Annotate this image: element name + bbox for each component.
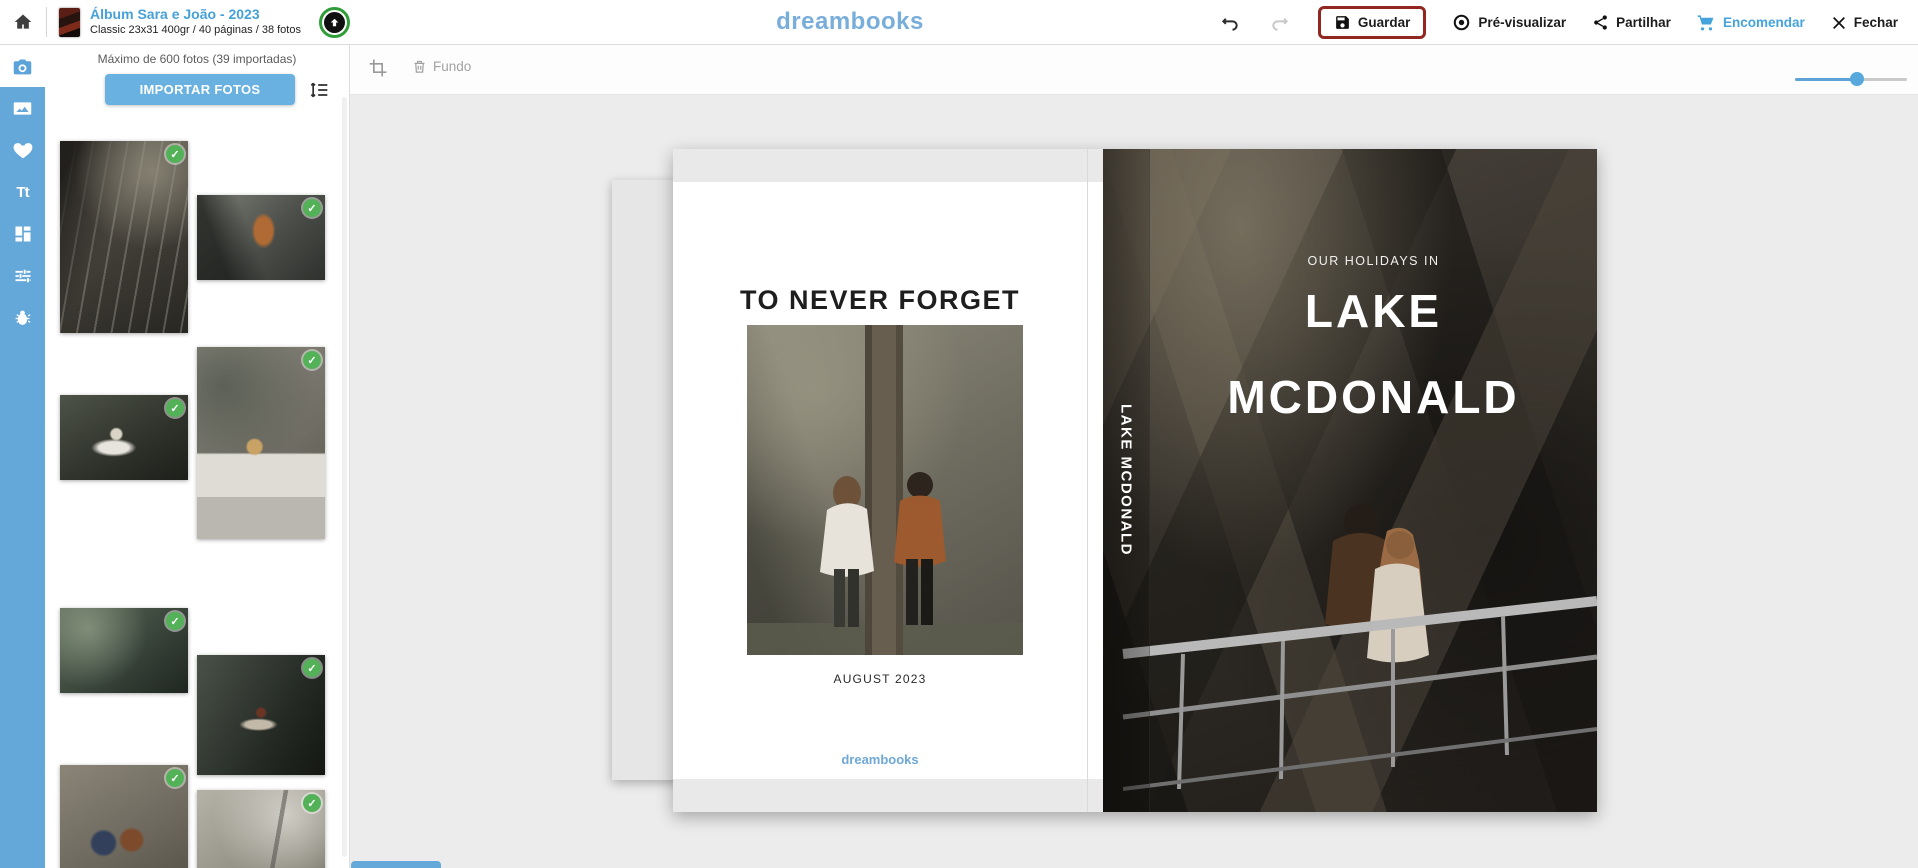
import-photos-button[interactable]: IMPORTAR FOTOS <box>105 74 295 105</box>
spine-title[interactable]: LAKE MCDONALD <box>1118 404 1135 556</box>
home-button[interactable] <box>0 12 46 32</box>
sidebar-item-favorites[interactable] <box>0 129 45 171</box>
sliders-icon <box>13 266 33 286</box>
redo-button[interactable] <box>1268 13 1292 33</box>
photo-thumbnail-couple-on-suspension-bridge[interactable]: ✓ <box>60 141 188 333</box>
photo-thumbnail-kayaker-on-dark-lake[interactable]: ✓ <box>197 655 325 775</box>
save-button[interactable]: Guardar <box>1318 6 1427 39</box>
crop-tool-button[interactable] <box>368 58 388 78</box>
header-divider <box>46 7 47 37</box>
bleed-margin-top <box>673 149 1103 182</box>
cloud-upload-icon <box>324 12 345 33</box>
album-title[interactable]: Álbum Sara e João - 2023 <box>90 6 301 24</box>
cover-spread-canvas[interactable]: TO NEVER FORGET AUGUST 2023 <box>673 149 1597 812</box>
trash-icon <box>412 58 427 75</box>
bleed-margin-bottom <box>673 779 1103 812</box>
undo-button[interactable] <box>1218 13 1242 33</box>
undo-icon <box>1220 13 1240 33</box>
canvas-toolbar: Fundo <box>350 45 1918 95</box>
selected-check-icon: ✓ <box>303 794 321 812</box>
background-tool-label: Fundo <box>433 59 471 74</box>
fold-guide-line <box>1087 149 1088 812</box>
photo-thumbnail-man-lying-on-rocks[interactable]: ✓ <box>197 195 325 280</box>
couple-at-railing-illustration <box>1103 149 1597 812</box>
sidebar-item-adjustments[interactable] <box>0 255 45 297</box>
spine[interactable]: LAKE MCDONALD <box>1103 149 1150 812</box>
back-cover-date[interactable]: AUGUST 2023 <box>673 672 1087 686</box>
album-cover-thumbnail <box>59 8 80 37</box>
header-bar: Álbum Sara e João - 2023 Classic 23x31 4… <box>0 0 1918 45</box>
selected-check-icon: ✓ <box>303 659 321 677</box>
zoom-slider-fill <box>1795 78 1857 81</box>
redo-icon <box>1270 13 1290 33</box>
front-cover-kicker[interactable]: OUR HOLIDAYS IN <box>1150 254 1597 268</box>
preview-button[interactable]: Pré-visualizar <box>1452 13 1566 32</box>
front-cover-title-line2[interactable]: MCDONALD <box>1150 370 1597 424</box>
photo-thumbnail-rowing-boat-on-dark-water[interactable]: ✓ <box>60 395 188 480</box>
photo-thumbnail-couple-sitting-on-rocks[interactable]: ✓ <box>60 765 188 868</box>
close-label: Fechar <box>1854 15 1898 30</box>
bug-icon <box>13 309 32 328</box>
order-button[interactable]: Encomendar <box>1697 13 1805 32</box>
share-label: Partilhar <box>1616 15 1671 30</box>
order-label: Encomendar <box>1723 15 1805 30</box>
share-button[interactable]: Partilhar <box>1592 14 1671 31</box>
photo-limit-text: Máximo de 600 fotos (39 importadas) <box>45 52 349 66</box>
selected-check-icon: ✓ <box>166 769 184 787</box>
selected-check-icon: ✓ <box>303 199 321 217</box>
save-label: Guardar <box>1358 15 1411 30</box>
back-cover-title[interactable]: TO NEVER FORGET <box>673 285 1087 316</box>
photo-thumbnail-woman-with-hat-in-boat[interactable]: ✓ <box>197 347 325 539</box>
sidebar-item-text[interactable]: Tt <box>0 171 45 213</box>
camera-icon <box>12 56 33 77</box>
sidebar-item-photos[interactable] <box>0 45 45 87</box>
upload-status-badge[interactable] <box>319 7 350 38</box>
cart-icon <box>1697 13 1716 32</box>
front-cover-title-line1[interactable]: LAKE <box>1150 284 1597 338</box>
photo-thumbnail-green-cave-water[interactable]: ✓ <box>60 608 188 693</box>
tool-rail: Tt <box>0 45 45 868</box>
eye-icon <box>1452 13 1471 32</box>
close-icon <box>1831 15 1847 31</box>
sort-order-icon <box>308 80 330 100</box>
save-icon <box>1334 14 1351 31</box>
selected-check-icon: ✓ <box>303 351 321 369</box>
back-cover[interactable]: TO NEVER FORGET AUGUST 2023 <box>673 182 1087 779</box>
preview-label: Pré-visualizar <box>1478 15 1566 30</box>
text-icon: Tt <box>16 184 28 201</box>
selected-check-icon: ✓ <box>166 399 184 417</box>
sidebar-item-layouts[interactable] <box>0 213 45 255</box>
zoom-slider-thumb[interactable] <box>1850 72 1864 86</box>
album-meta: Álbum Sara e João - 2023 Classic 23x31 4… <box>90 6 301 37</box>
selected-check-icon: ✓ <box>166 145 184 163</box>
home-icon <box>13 12 33 32</box>
heart-icon <box>12 139 34 161</box>
dreambooks-logo: dreambooks <box>776 8 924 36</box>
page-nav-tab-partial[interactable] <box>351 861 441 868</box>
zoom-slider[interactable] <box>1795 72 1907 86</box>
background-tool-button[interactable]: Fundo <box>412 58 471 75</box>
sidebar-item-cliparts[interactable] <box>0 297 45 339</box>
crop-icon <box>368 58 388 78</box>
close-button[interactable]: Fechar <box>1831 15 1898 31</box>
layouts-icon <box>13 224 33 244</box>
back-cover-logo: dreambooks <box>673 752 1087 767</box>
album-subtitle: Classic 23x31 400gr / 40 páginas / 38 fo… <box>90 24 301 38</box>
front-cover-text-block[interactable]: OUR HOLIDAYS IN LAKE MCDONALD <box>1150 254 1597 424</box>
header-actions: Guardar Pré-visualizar Partilhar Encomen… <box>1218 0 1898 45</box>
image-icon <box>12 98 33 119</box>
couple-by-tree-illustration <box>747 325 1023 655</box>
sort-photos-button[interactable] <box>305 77 333 103</box>
sidebar-item-backgrounds[interactable] <box>0 87 45 129</box>
panel-scrollbar[interactable] <box>342 97 347 857</box>
photobook-editor: Álbum Sara e João - 2023 Classic 23x31 4… <box>0 0 1918 868</box>
photos-panel: Máximo de 600 fotos (39 importadas) IMPO… <box>45 45 350 868</box>
selected-check-icon: ✓ <box>166 612 184 630</box>
front-cover-photo[interactable]: LAKE MCDONALD OUR HOLIDAYS IN LAKE MCDON… <box>1103 149 1597 812</box>
share-icon <box>1592 14 1609 31</box>
back-cover-photo[interactable] <box>747 325 1023 655</box>
photo-thumbnail-light-rock-wall[interactable]: ✓ <box>197 790 325 868</box>
